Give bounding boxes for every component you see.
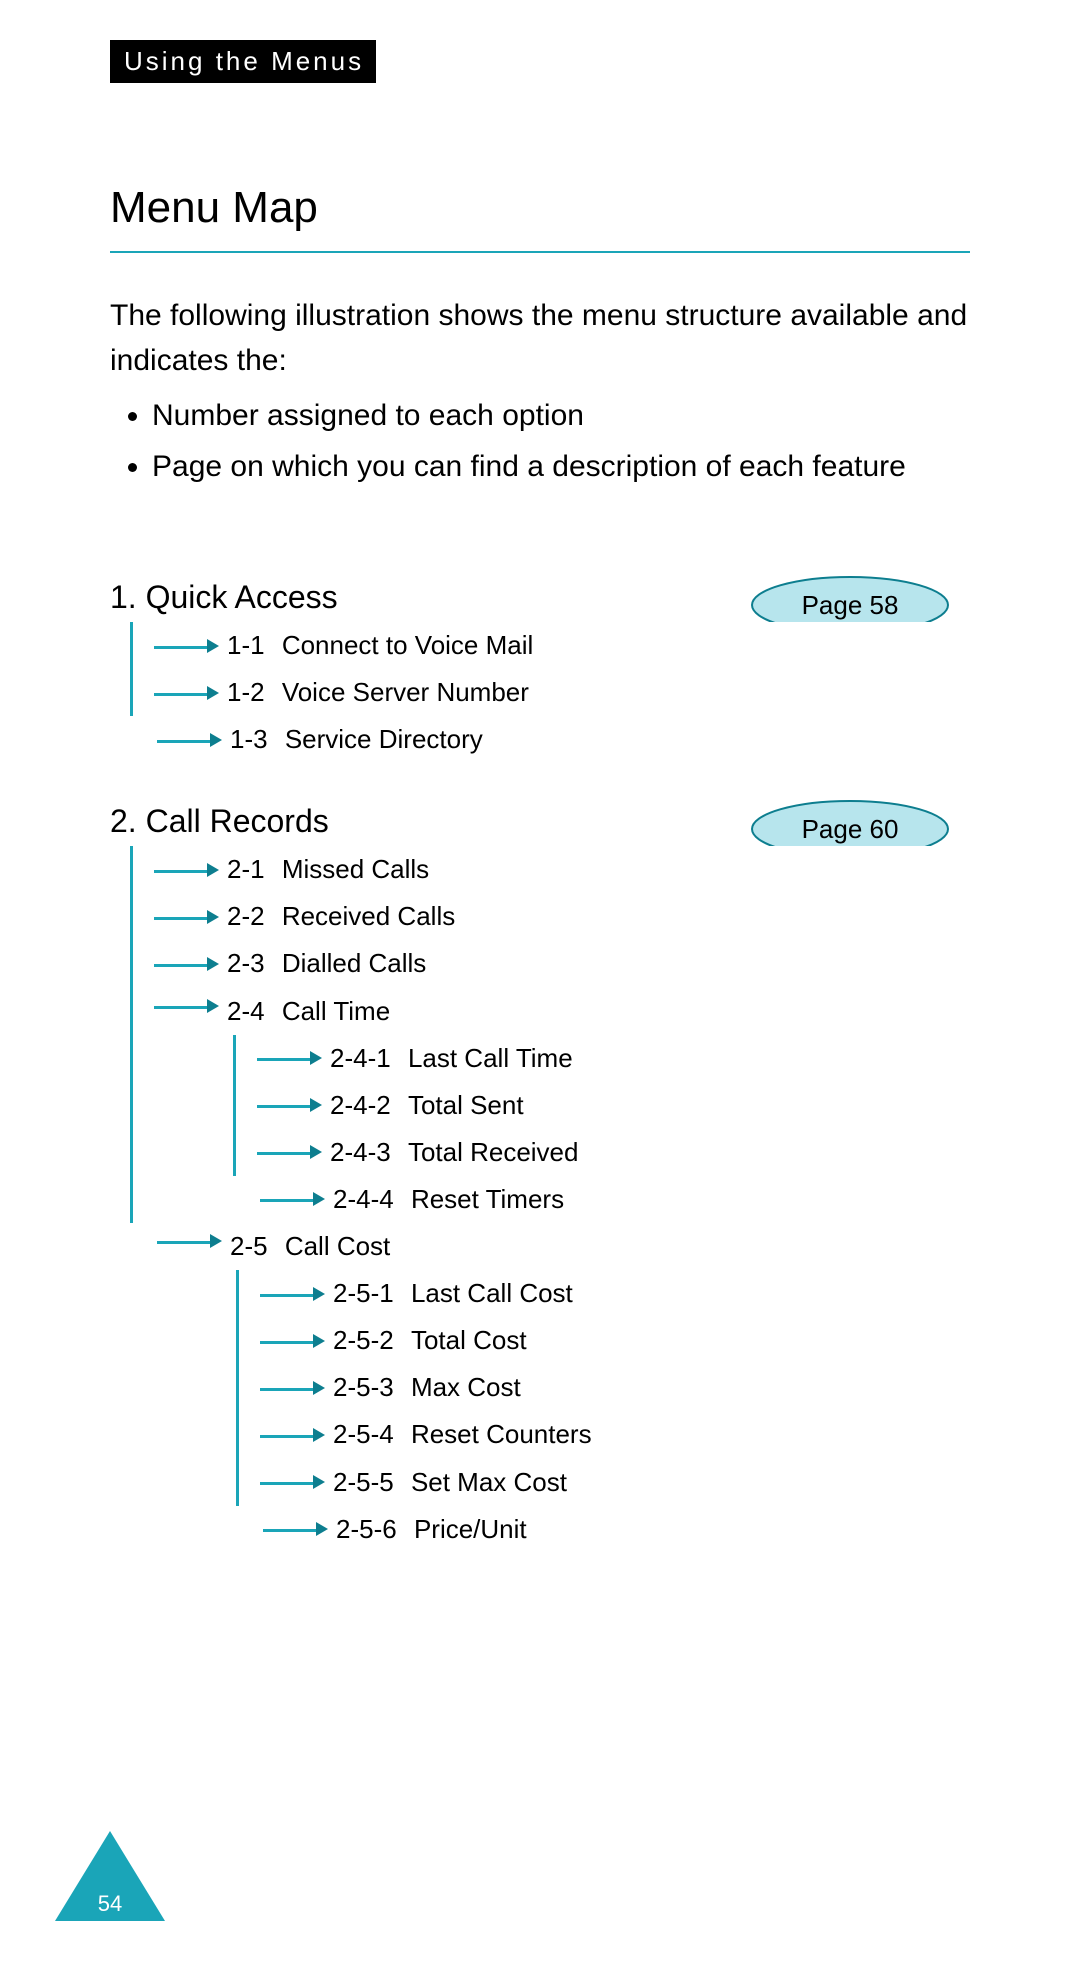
menu-item-label: Total Sent: [408, 1090, 524, 1120]
menu-item: 2-5-3 Max Cost: [263, 1364, 970, 1411]
intro-text: The following illustration shows the men…: [110, 293, 970, 383]
menu-tree: 1-1 Connect to Voice Mail 1-2 Voice Serv…: [130, 622, 970, 763]
menu-item: 2-4-2 Total Sent: [260, 1082, 970, 1129]
menu-item-label: Price/Unit: [414, 1514, 527, 1544]
document-page: Using the Menus Menu Map The following i…: [0, 0, 1080, 1553]
menu-item: 1-3 Service Directory: [130, 716, 970, 763]
menu-item-label: Service Directory: [285, 724, 483, 754]
menu-tree: 2-1 Missed Calls 2-2 Received Calls 2-3 …: [130, 846, 970, 1552]
menu-item-label: Last Call Time: [408, 1043, 573, 1073]
menu-subtree: 2-5-1 Last Call Cost 2-5-2 Total Cost 2-…: [236, 1270, 970, 1553]
menu-item-label: Reset Counters: [411, 1419, 592, 1449]
page-number: 54: [55, 1891, 165, 1917]
menu-item-number: 2-4-4: [333, 1184, 394, 1214]
menu-item: 2-5-6 Price/Unit: [236, 1506, 970, 1553]
menu-item-label: Reset Timers: [411, 1184, 564, 1214]
menu-item: 2-5-5 Set Max Cost: [263, 1459, 970, 1506]
menu-item-number: 2-1: [227, 854, 265, 884]
menu-item-number: 1-2: [227, 677, 265, 707]
menu-item-label: Last Call Cost: [411, 1278, 573, 1308]
menu-item: 2-4 Call Time 2-4-1 Last Call Time 2-4-2…: [157, 988, 970, 1223]
menu-item-label: Missed Calls: [282, 854, 429, 884]
menu-item-label: Voice Server Number: [282, 677, 529, 707]
menu-item: 2-2 Received Calls: [157, 893, 970, 940]
menu-subtree: 2-4-1 Last Call Time 2-4-2 Total Sent 2-…: [233, 1035, 970, 1223]
menu-item-number: 2-4: [227, 996, 265, 1026]
page-title: Menu Map: [110, 183, 970, 233]
bullet-item: Number assigned to each option: [152, 393, 970, 438]
menu-item: 2-4-4 Reset Timers: [233, 1176, 970, 1223]
menu-item-number: 1-1: [227, 630, 265, 660]
intro-bullets: Number assigned to each option Page on w…: [110, 393, 970, 489]
menu-item: 2-4-1 Last Call Time: [260, 1035, 970, 1082]
menu-item-label: Total Cost: [411, 1325, 527, 1355]
menu-item-label: Call Cost: [285, 1231, 390, 1261]
menu-item: 2-5-1 Last Call Cost: [263, 1270, 970, 1317]
menu-item-label: Set Max Cost: [411, 1467, 567, 1497]
menu-item-label: Max Cost: [411, 1372, 521, 1402]
menu-item-number: 2-5-4: [333, 1419, 394, 1449]
menu-item-label: Connect to Voice Mail: [282, 630, 533, 660]
bullet-item: Page on which you can find a description…: [152, 444, 970, 489]
menu-item-number: 2-5-5: [333, 1467, 394, 1497]
menu-item: 2-3 Dialled Calls: [157, 940, 970, 987]
menu-item: 1-2 Voice Server Number: [157, 669, 970, 716]
menu-item-number: 2-3: [227, 948, 265, 978]
menu-item: 2-1 Missed Calls: [157, 846, 970, 893]
menu-item-number: 2-4-1: [330, 1043, 391, 1073]
menu-item-number: 2-5-6: [336, 1514, 397, 1544]
menu-item-number: 2-4-2: [330, 1090, 391, 1120]
menu-item-label: Call Time: [282, 996, 390, 1026]
menu-section-call-records: Page 60 2. Call Records 2-1 Missed Calls…: [110, 803, 970, 1552]
menu-item-number: 1-3: [230, 724, 268, 754]
title-underline: [110, 251, 970, 253]
menu-item: 2-4-3 Total Received: [260, 1129, 970, 1176]
menu-item-number: 2-4-3: [330, 1137, 391, 1167]
menu-item-number: 2-5: [230, 1231, 268, 1261]
menu-item-label: Received Calls: [282, 901, 455, 931]
menu-item-number: 2-5-3: [333, 1372, 394, 1402]
menu-item-number: 2-2: [227, 901, 265, 931]
menu-item-number: 2-5-1: [333, 1278, 394, 1308]
menu-item: 1-1 Connect to Voice Mail: [157, 622, 970, 669]
menu-item-label: Total Received: [408, 1137, 579, 1167]
menu-item: 2-5-4 Reset Counters: [263, 1411, 970, 1458]
menu-section-quick-access: Page 58 1. Quick Access 1-1 Connect to V…: [110, 579, 970, 763]
menu-item-number: 2-5-2: [333, 1325, 394, 1355]
menu-item-label: Dialled Calls: [282, 948, 427, 978]
menu-item: 2-5 Call Cost 2-5-1 Last Call Cost 2-5-2…: [130, 1223, 970, 1553]
menu-item: 2-5-2 Total Cost: [263, 1317, 970, 1364]
section-header-tag: Using the Menus: [110, 40, 376, 83]
